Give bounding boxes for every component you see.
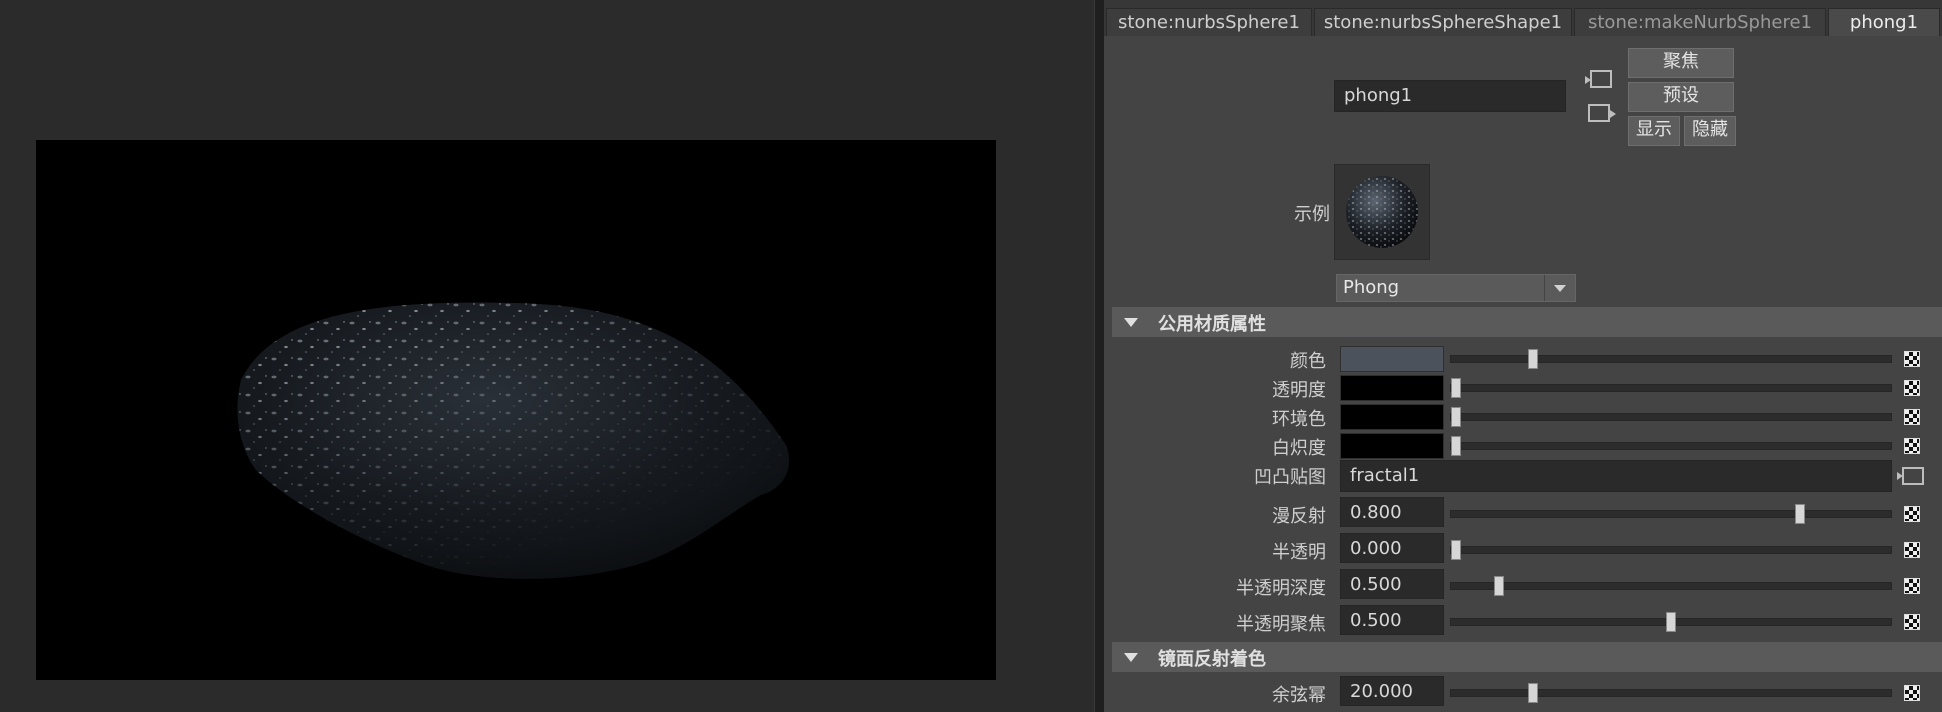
material-type-dropdown[interactable]: Phong bbox=[1336, 274, 1576, 302]
node-tab-bar: stone:nurbsSphere1 stone:nurbsSphereShap… bbox=[1104, 0, 1942, 36]
attribute-editor: stone:nurbsSphere1 stone:nurbsSphereShap… bbox=[1104, 0, 1942, 712]
attr-label-numeric-0: 漫反射 bbox=[1272, 506, 1326, 527]
common-material-attributes-header[interactable]: 公用材质属性 bbox=[1112, 307, 1942, 337]
bump-map-field[interactable]: fractal1 bbox=[1340, 460, 1892, 492]
checker-map-icon[interactable] bbox=[1904, 685, 1920, 701]
hide-button[interactable]: 隐藏 bbox=[1684, 116, 1736, 146]
numeric-3-slider-track[interactable] bbox=[1450, 612, 1892, 632]
spec-0-slider-track[interactable] bbox=[1450, 683, 1892, 703]
color-2-slider-track[interactable] bbox=[1450, 407, 1892, 427]
numeric-field-1[interactable]: 0.000 bbox=[1340, 533, 1444, 563]
specular-shading-header[interactable]: 镜面反射着色 bbox=[1112, 642, 1942, 672]
attr-label-color-2: 环境色 bbox=[1272, 409, 1326, 430]
numeric-field-3[interactable]: 0.500 bbox=[1340, 605, 1444, 635]
stone-render bbox=[237, 302, 790, 579]
presets-button[interactable]: 预设 bbox=[1628, 82, 1734, 112]
spec-field-0[interactable]: 20.000 bbox=[1340, 676, 1444, 706]
tab-make-nurb-sphere[interactable]: stone:makeNurbSphere1 bbox=[1574, 8, 1826, 36]
output-connection-icon[interactable] bbox=[1588, 104, 1616, 122]
numeric-2-slider-track[interactable] bbox=[1450, 576, 1892, 596]
color-3-slider-track[interactable] bbox=[1450, 436, 1892, 456]
checker-map-icon[interactable] bbox=[1904, 409, 1920, 425]
color-2-slider-thumb[interactable] bbox=[1451, 407, 1461, 427]
numeric-field-2[interactable]: 0.500 bbox=[1340, 569, 1444, 599]
checker-map-icon[interactable] bbox=[1904, 542, 1920, 558]
numeric-1-slider-thumb[interactable] bbox=[1451, 540, 1461, 560]
attr-label-numeric-1: 半透明 bbox=[1272, 542, 1326, 563]
checker-map-icon[interactable] bbox=[1904, 614, 1920, 630]
node-name-field[interactable]: phong1 bbox=[1334, 80, 1566, 112]
show-button[interactable]: 显示 bbox=[1628, 116, 1680, 146]
attr-label-numeric-3: 半透明聚焦 bbox=[1236, 614, 1326, 635]
color-swatch-3[interactable] bbox=[1340, 433, 1444, 459]
color-swatch-0[interactable] bbox=[1340, 346, 1444, 372]
tab-phong1[interactable]: phong1 bbox=[1828, 8, 1940, 36]
color-1-slider-track[interactable] bbox=[1450, 378, 1892, 398]
attr-label-numeric-2: 半透明深度 bbox=[1236, 578, 1326, 599]
material-type-value: Phong bbox=[1343, 277, 1400, 298]
attr-label-color-0: 颜色 bbox=[1290, 351, 1326, 372]
color-0-slider-thumb[interactable] bbox=[1528, 349, 1538, 369]
material-sample-swatch bbox=[1334, 164, 1430, 260]
numeric-field-0[interactable]: 0.800 bbox=[1340, 497, 1444, 527]
numeric-0-slider-thumb[interactable] bbox=[1795, 504, 1805, 524]
render-viewport[interactable] bbox=[0, 0, 1094, 712]
collapse-triangle-icon bbox=[1124, 318, 1138, 327]
render-view[interactable] bbox=[36, 140, 996, 680]
input-link-icon[interactable] bbox=[1897, 467, 1924, 485]
attr-label-color-3: 白炽度 bbox=[1272, 438, 1326, 459]
checker-map-icon[interactable] bbox=[1904, 438, 1920, 454]
panel-splitter[interactable] bbox=[1094, 0, 1104, 712]
color-3-slider-thumb[interactable] bbox=[1451, 436, 1461, 456]
focus-button[interactable]: 聚焦 bbox=[1628, 48, 1734, 78]
color-1-slider-thumb[interactable] bbox=[1451, 378, 1461, 398]
attr-label-color-1: 透明度 bbox=[1272, 380, 1326, 401]
tab-nurbs-sphere[interactable]: stone:nurbsSphere1 bbox=[1106, 8, 1312, 36]
checker-map-icon[interactable] bbox=[1904, 506, 1920, 522]
spec-0-slider-thumb[interactable] bbox=[1528, 683, 1538, 703]
tab-nurbs-sphere-shape[interactable]: stone:nurbsSphereShape1 bbox=[1314, 8, 1572, 36]
collapse-triangle-icon bbox=[1124, 653, 1138, 662]
checker-map-icon[interactable] bbox=[1904, 380, 1920, 396]
numeric-2-slider-thumb[interactable] bbox=[1494, 576, 1504, 596]
input-connection-icon[interactable] bbox=[1585, 70, 1612, 88]
checker-map-icon[interactable] bbox=[1904, 351, 1920, 367]
bump-map-label: 凹凸贴图 bbox=[1254, 467, 1326, 488]
color-swatch-2[interactable] bbox=[1340, 404, 1444, 430]
spec-label-0: 余弦幂 bbox=[1272, 685, 1326, 706]
checker-map-icon[interactable] bbox=[1904, 578, 1920, 594]
color-0-slider-track[interactable] bbox=[1450, 349, 1892, 369]
chevron-down-icon bbox=[1544, 275, 1575, 301]
numeric-1-slider-track[interactable] bbox=[1450, 540, 1892, 560]
numeric-0-slider-track[interactable] bbox=[1450, 504, 1892, 524]
numeric-3-slider-thumb[interactable] bbox=[1666, 612, 1676, 632]
color-swatch-1[interactable] bbox=[1340, 375, 1444, 401]
